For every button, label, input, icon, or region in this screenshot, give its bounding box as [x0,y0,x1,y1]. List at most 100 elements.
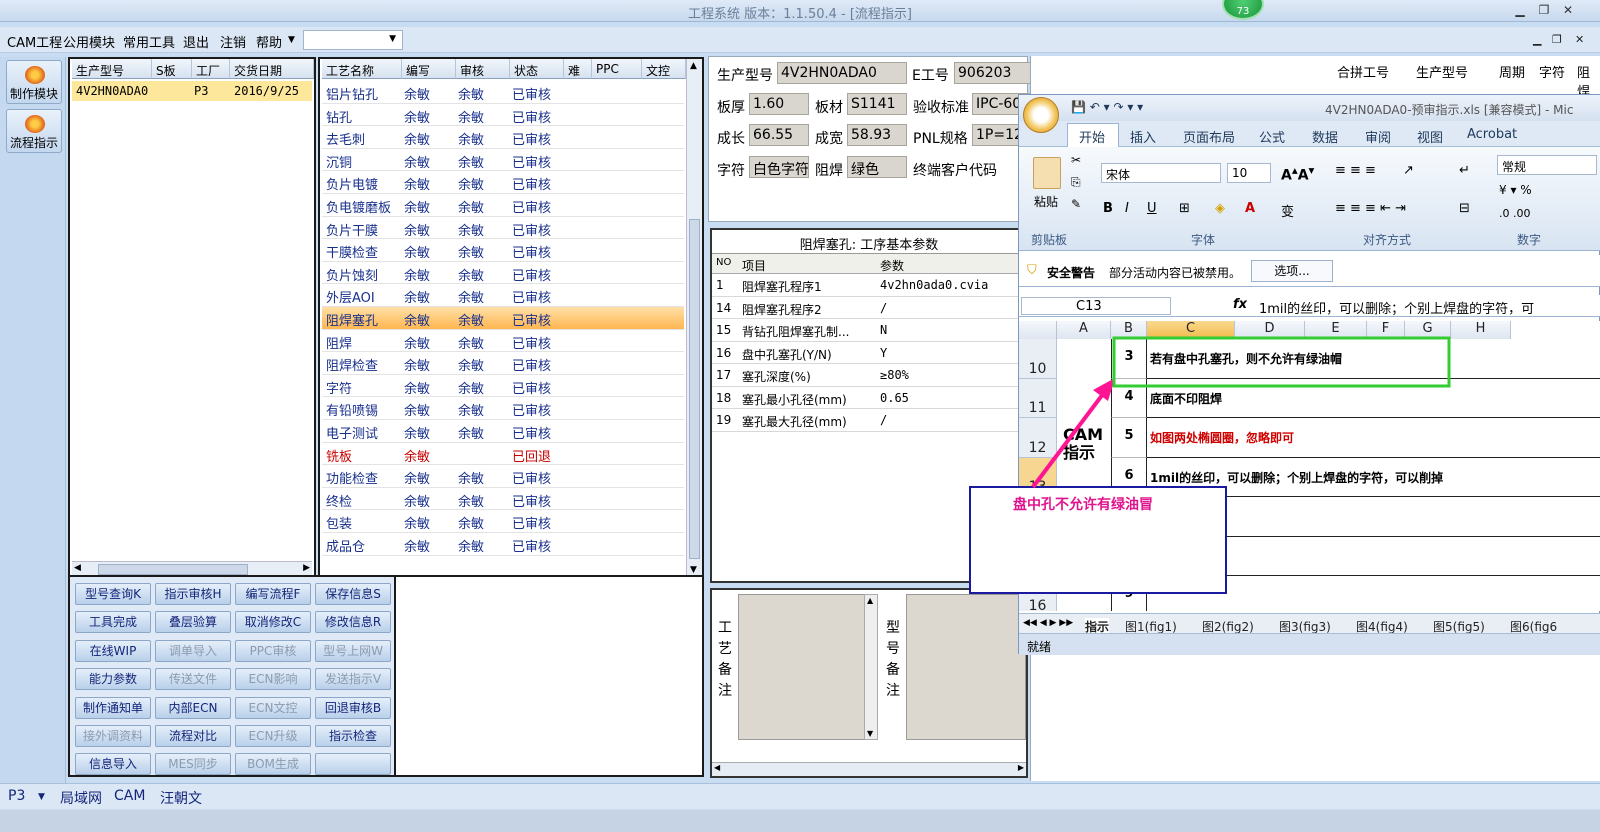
action-button[interactable]: 能力参数 [75,668,151,691]
tab-acrobat[interactable]: Acrobat [1467,127,1517,142]
param-row[interactable]: 14 阻焊塞孔程序2 / [712,297,1026,319]
tab-view[interactable]: 视图 [1417,127,1443,146]
process-row[interactable]: 负片蚀刻 余敏 余敏 已审核 [322,262,684,285]
minimize-icon[interactable]: ▁ [1510,2,1530,18]
field-width[interactable]: 58.93 [847,124,907,146]
order-row[interactable]: 4V2HN0ADA0 P3 2016/9/25 [72,81,312,101]
process-row[interactable]: 沉铜 余敏 余敏 已审核 [322,149,684,172]
action-button[interactable]: ECN升级 [235,725,311,747]
process-row[interactable]: 负片电镀 余敏 余敏 已审核 [322,171,684,194]
cell-c[interactable]: 如图两处椭圆圈，忽略即可 [1147,418,1600,458]
process-row[interactable]: 负片干膜 余敏 余敏 已审核 [322,217,684,240]
format-painter-icon[interactable]: ✎ [1071,197,1081,211]
module-flow-button[interactable]: 流程指示 [6,109,62,153]
col-header[interactable]: F [1367,321,1405,339]
action-button[interactable]: 叠层验算 [155,611,231,634]
action-button[interactable]: 流程对比 [155,725,231,747]
col-header[interactable]: D [1235,321,1305,339]
tab-review[interactable]: 审阅 [1365,127,1391,146]
col-header-difficulty[interactable]: 难 [564,59,592,79]
action-button[interactable]: 型号上网W [315,639,391,662]
action-button[interactable]: 编写流程F [235,583,311,605]
action-button[interactable]: 指示审核H [155,583,231,605]
param-row[interactable]: 15 背钻孔阻焊塞孔制... N [712,319,1026,342]
process-vscrollbar[interactable]: ▲ ▼ [686,59,702,577]
tab-formula[interactable]: 公式 [1259,127,1285,146]
scroll-up-icon[interactable]: ▲ [867,596,873,605]
font-color-icon[interactable]: A [1245,201,1255,216]
action-button[interactable]: 保存信息S [315,583,391,605]
param-row[interactable]: 16 盘中孔塞孔(Y/N) Y [712,342,1026,364]
select-all-corner[interactable] [1019,321,1057,339]
col-header[interactable]: E [1305,321,1367,339]
copy-icon[interactable]: ⎘ [1071,175,1081,190]
field-model[interactable]: 4V2HN0ADA0 [777,62,907,84]
scroll-thumb-v[interactable] [689,219,700,559]
action-button[interactable]: ECN影响 [235,668,311,691]
mdi-minimize-icon[interactable]: ▁ [1533,33,1541,46]
menu-exit[interactable]: 退出 [183,32,209,51]
col-header-factory[interactable]: 工厂 [192,59,230,79]
action-button[interactable]: ECN文控 [235,696,311,719]
process-row[interactable]: 钻孔 余敏 余敏 已审核 [322,104,684,127]
tab-layout[interactable]: 页面布局 [1183,127,1235,146]
paste-icon[interactable] [1033,157,1061,189]
process-row[interactable]: 包装 余敏 余敏 已审核 [322,510,684,533]
help-dropdown-icon[interactable]: ▼ [288,35,295,45]
notes-scrollbar[interactable]: ▲ ▼ [864,594,878,740]
action-button[interactable]: 回退审核B [315,696,391,719]
function-icon[interactable]: fx [1233,297,1247,312]
action-button[interactable]: 型号查询K [75,583,151,605]
menu-public[interactable]: 公用模块 [63,32,115,51]
col-header-s[interactable]: S板 [152,59,192,79]
menu-help[interactable]: 帮助 [256,32,282,51]
col-header-status[interactable]: 状态 [510,59,564,79]
cell-c[interactable]: 若有盘中孔塞孔，则不允许有绿油帽 [1147,339,1600,379]
currency-icon[interactable]: ¥ ▾ % [1499,183,1532,197]
action-button[interactable]: 发送指示V [315,668,391,691]
cell-b[interactable]: 4 [1111,378,1147,418]
maximize-icon[interactable]: ❐ [1534,2,1554,18]
scroll-down-icon[interactable]: ▼ [690,565,697,575]
module-make-button[interactable]: 制作模块 [6,60,62,104]
action-button[interactable]: 制作通知单 [75,696,151,719]
name-box[interactable]: C13 [1021,297,1171,315]
process-row[interactable]: 终检 余敏 余敏 已审核 [322,488,684,511]
action-button[interactable]: 内部ECN [155,696,231,719]
field-soldermask[interactable]: 绿色 [847,156,907,178]
cell-b[interactable]: 3 [1111,339,1147,379]
status-dropdown-icon[interactable]: ▼ [38,792,45,802]
menu-combo[interactable]: ▼ [303,30,403,50]
action-button[interactable]: MES同步 [155,753,231,776]
menu-logout[interactable]: 注销 [220,32,246,51]
col-header-model[interactable]: 生产型号 [72,59,152,79]
row-header[interactable]: 12 [1019,418,1057,458]
security-options-button[interactable]: 选项... [1251,260,1333,282]
notes-hscrollbar[interactable]: ◀ ▶ [712,762,1026,776]
col-header[interactable]: G [1405,321,1451,339]
col-header-doc[interactable]: 文控 [642,59,686,79]
status-factory[interactable]: P3 [8,788,25,804]
process-row[interactable]: 电子测试 余敏 余敏 已审核 [322,420,684,443]
col-header-process[interactable]: 工艺名称 [322,59,402,79]
border-icon[interactable]: ⊞ [1179,201,1190,216]
field-legend[interactable]: 白色字符 [749,156,809,178]
orientation-icon[interactable]: ↗ [1403,163,1414,178]
field-length[interactable]: 66.55 [749,124,809,146]
field-thickness[interactable]: 1.60 [749,93,809,115]
action-button[interactable]: 接外调资料 [75,725,151,747]
mdi-close-icon[interactable]: ✕ [1575,33,1584,46]
underline-icon[interactable]: U [1147,201,1157,216]
cell-c[interactable]: 底面不印阻焊 [1147,379,1600,418]
process-row[interactable]: 有铅喷锡 余敏 余敏 已审核 [322,397,684,420]
col-header-ppc[interactable]: PPC [592,59,642,79]
action-button[interactable]: PPC审核 [235,639,311,662]
scroll-thumb[interactable] [98,564,248,575]
process-row[interactable]: 阻焊检查 余敏 余敏 已审核 [322,352,684,375]
scroll-down-icon[interactable]: ▼ [867,729,873,738]
office-button-icon[interactable] [1023,97,1059,133]
process-notes-field[interactable] [738,594,878,740]
tab-home[interactable]: 开始 [1079,127,1105,146]
action-button[interactable]: 取消修改C [235,611,311,634]
tab-data[interactable]: 数据 [1312,127,1338,146]
